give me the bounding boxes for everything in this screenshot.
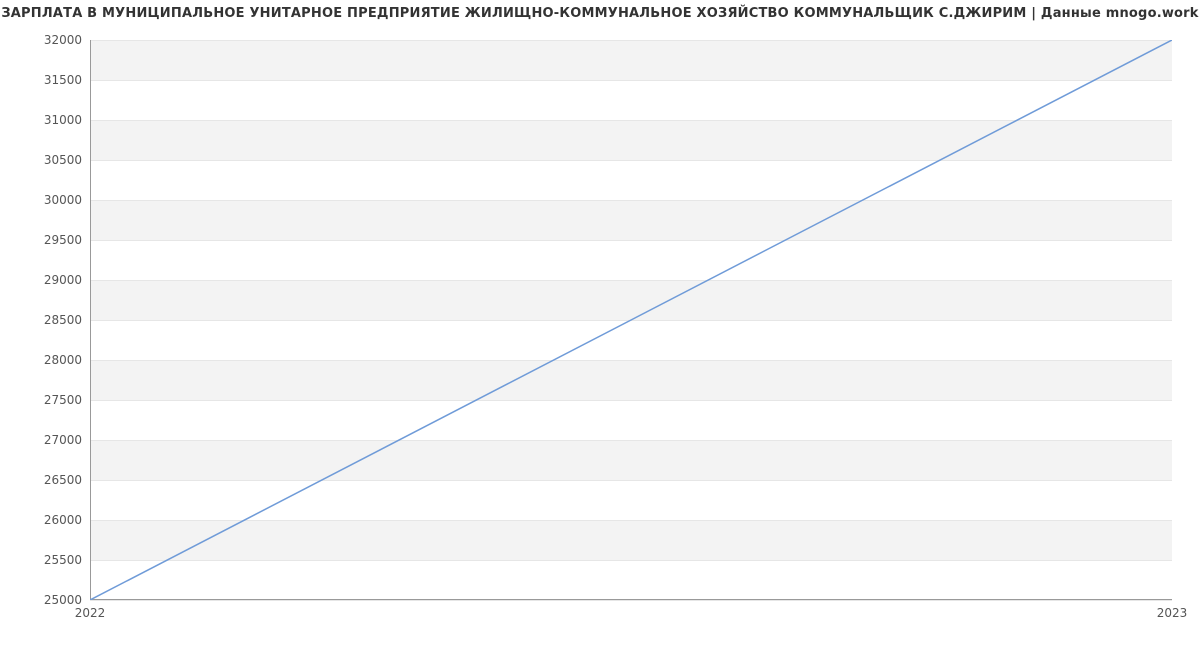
- y-tick-label: 25500: [44, 553, 90, 567]
- plot-area: 2500025500260002650027000275002800028500…: [90, 40, 1172, 600]
- y-tick-label: 30000: [44, 193, 90, 207]
- y-tick-label: 26000: [44, 513, 90, 527]
- x-tick-label: 2023: [1157, 600, 1188, 620]
- y-tick-label: 31000: [44, 113, 90, 127]
- grid-line: [90, 600, 1172, 601]
- y-tick-label: 28500: [44, 313, 90, 327]
- y-tick-label: 32000: [44, 33, 90, 47]
- data-line: [90, 40, 1172, 600]
- y-tick-label: 29000: [44, 273, 90, 287]
- y-tick-label: 27500: [44, 393, 90, 407]
- y-tick-label: 31500: [44, 73, 90, 87]
- y-tick-label: 29500: [44, 233, 90, 247]
- y-tick-label: 30500: [44, 153, 90, 167]
- y-tick-label: 27000: [44, 433, 90, 447]
- x-tick-label: 2022: [75, 600, 106, 620]
- y-tick-label: 26500: [44, 473, 90, 487]
- y-tick-label: 28000: [44, 353, 90, 367]
- chart-container: ЗАРПЛАТА В МУНИЦИПАЛЬНОЕ УНИТАРНОЕ ПРЕДП…: [0, 0, 1200, 650]
- chart-title: ЗАРПЛАТА В МУНИЦИПАЛЬНОЕ УНИТАРНОЕ ПРЕДП…: [0, 6, 1200, 21]
